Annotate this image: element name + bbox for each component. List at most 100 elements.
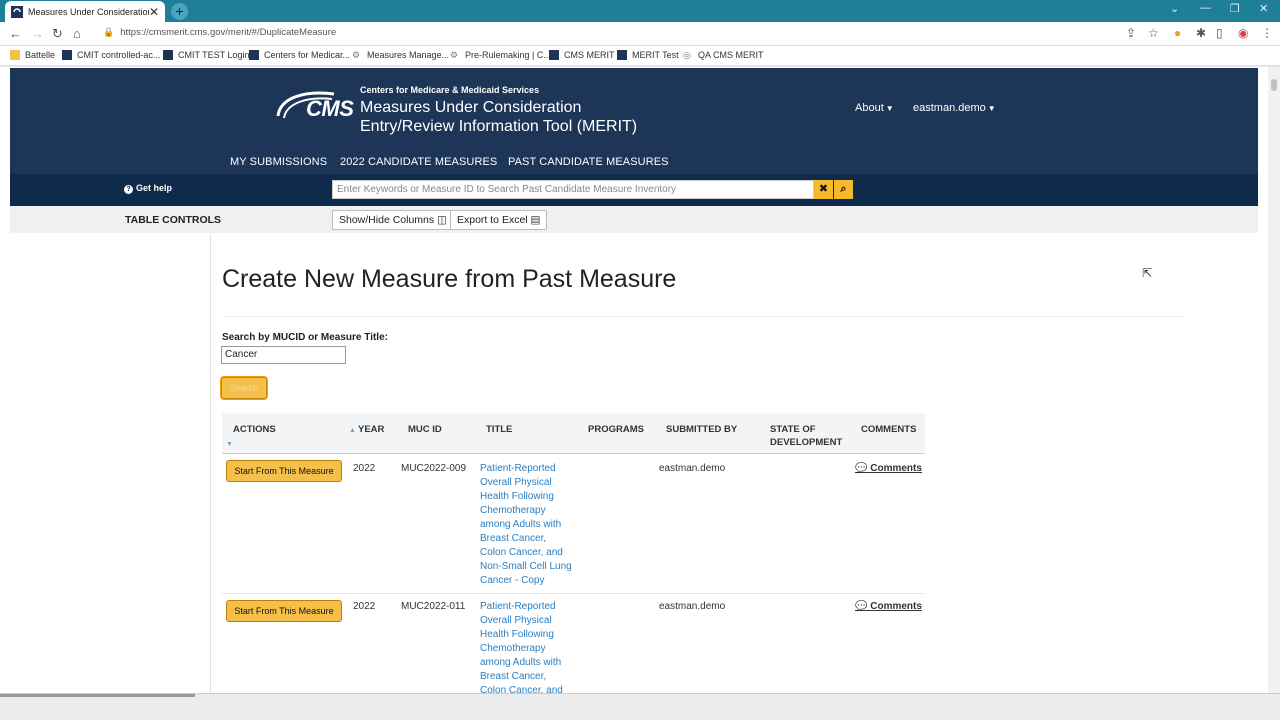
mucid-title-search-input[interactable]: Cancer <box>221 346 346 364</box>
profile-avatar-icon[interactable]: ◉ <box>1238 26 1248 40</box>
cell-muc-id: MUC2022-009 <box>401 463 467 474</box>
home-icon[interactable]: ⌂ <box>73 26 81 41</box>
col-title[interactable]: TITLE <box>486 423 512 436</box>
comment-bubble-icon: 💬 <box>855 463 868 474</box>
col-year[interactable]: YEAR <box>358 423 384 436</box>
bookmark-item[interactable]: ◎ QA CMS MERIT <box>683 50 764 60</box>
cell-submitted-by: eastman.demo <box>659 601 726 612</box>
col-submitted-by[interactable]: SUBMITTED BY <box>666 423 737 436</box>
caret-down-icon: ▼ <box>987 104 996 113</box>
tab-search-icon[interactable]: ⌄ <box>1170 2 1179 15</box>
menu-kebab-icon[interactable]: ⋮ <box>1261 26 1273 40</box>
bookmark-star-icon[interactable]: ☆ <box>1148 26 1159 40</box>
share-icon[interactable]: ⇪ <box>1126 26 1136 40</box>
measure-title-link[interactable]: Patient-Reported Overall Physical Health… <box>480 462 575 588</box>
extension-icon[interactable]: ● <box>1174 26 1181 40</box>
nav-past-candidate-measures[interactable]: PAST CANDIDATE MEASURES <box>508 156 669 168</box>
col-programs[interactable]: PROGRAMS <box>588 423 644 436</box>
columns-icon: ◫ <box>437 214 447 226</box>
cell-submitted-by: eastman.demo <box>659 463 726 474</box>
horizontal-scrollbar[interactable] <box>0 694 195 697</box>
lock-icon: 🔒 <box>103 27 115 37</box>
get-help-link[interactable]: ? Get help <box>124 183 172 194</box>
search-button[interactable]: Search <box>221 377 267 399</box>
restore-icon[interactable]: ❐ <box>1230 2 1240 15</box>
cms-bookmark-icon <box>549 50 559 60</box>
export-excel-button[interactable]: Export to Excel ▤ <box>450 210 548 230</box>
start-from-measure-button[interactable]: Start From This Measure <box>226 600 342 622</box>
help-icon: ? <box>124 185 133 194</box>
reload-icon[interactable]: ↻ <box>52 26 63 42</box>
page-viewport: CMS Centers for Medicare & Medicaid Serv… <box>0 67 1280 693</box>
scrollbar-thumb[interactable] <box>1271 79 1277 91</box>
content-divider <box>210 234 211 693</box>
tab-title: Measures Under Consideration <box>28 6 149 17</box>
bookmark-item[interactable]: ⚙ Pre-Rulemaking | C... <box>450 50 551 60</box>
site-header: CMS Centers for Medicare & Medicaid Serv… <box>10 68 1258 174</box>
table-controls-label: TABLE CONTROLS <box>125 214 222 226</box>
comment-bubble-icon: 💬 <box>855 601 868 612</box>
url-field[interactable]: 🔒 https://cmsmerit.cms.gov/merit/#/Duplic… <box>103 27 336 38</box>
link-icon: ⚙ <box>450 50 459 60</box>
about-menu[interactable]: About ▼ <box>855 102 894 114</box>
search-label: Search by MUCID or Measure Title: <box>222 332 388 343</box>
bookmark-item[interactable]: ⚙ Measures Manage... <box>352 50 449 60</box>
bookmarks-bar: Battelle CMIT controlled-ac... CMIT TEST… <box>0 46 1280 66</box>
comments-link[interactable]: 💬 Comments <box>855 463 922 474</box>
puzzle-icon[interactable]: ✱ <box>1196 26 1206 40</box>
nav-my-submissions[interactable]: MY SUBMISSIONS <box>230 156 327 168</box>
globe-icon: ◎ <box>683 50 691 60</box>
browser-tab-bar: Measures Under Consideration ✕ + ⌄ — ❐ ✕ <box>0 0 1280 22</box>
vertical-scrollbar[interactable] <box>1268 67 1280 693</box>
global-search-input[interactable]: Enter Keywords or Measure ID to Search P… <box>332 180 814 199</box>
bookmark-item[interactable]: MERIT Test <box>617 50 679 60</box>
new-tab-button[interactable]: + <box>171 3 188 20</box>
cms-bookmark-icon <box>62 50 72 60</box>
cms-bookmark-icon <box>163 50 173 60</box>
address-bar: ← → ↻ ⌂ 🔒 https://cmsmerit.cms.gov/merit/… <box>0 22 1280 46</box>
col-muc-id[interactable]: MUC ID <box>408 423 442 436</box>
bookmark-item[interactable]: CMIT controlled-ac... <box>62 50 160 60</box>
nav-2022-candidate-measures[interactable]: 2022 CANDIDATE MEASURES <box>340 156 497 168</box>
sort-up-icon[interactable]: ▲ <box>349 427 356 434</box>
bookmark-item[interactable]: CMS MERIT <box>549 50 615 60</box>
sort-down-icon[interactable]: ▼ <box>226 441 233 448</box>
mouse-cursor-icon: ⇱ <box>1142 266 1153 280</box>
browser-status-bar <box>0 693 1280 720</box>
browser-tab[interactable]: Measures Under Consideration ✕ <box>5 1 165 22</box>
url-text: https://cmsmerit.cms.gov/merit/#/Duplica… <box>120 27 337 38</box>
link-icon: ⚙ <box>352 50 361 60</box>
search-icon[interactable]: ⌕ <box>834 180 853 199</box>
title-divider <box>222 316 1184 317</box>
page-title: Create New Measure from Past Measure <box>222 265 677 293</box>
bookmark-item[interactable]: Centers for Medicar... <box>249 50 350 60</box>
col-actions[interactable]: ACTIONS <box>233 423 276 436</box>
table-row: Start From This Measure 2022 MUC2022-009… <box>222 454 925 594</box>
user-menu[interactable]: eastman.demo ▼ <box>913 102 996 114</box>
col-state-of-development[interactable]: STATE OF DEVELOPMENT <box>770 423 850 449</box>
table-header: ACTIONS ▼ ▲ YEAR MUC ID TITLE PROGRAMS S… <box>222 413 925 454</box>
table-controls-bar: TABLE CONTROLS Show/Hide Columns ◫ Expor… <box>10 206 1258 233</box>
minimize-icon[interactable]: — <box>1200 2 1211 14</box>
clear-search-icon[interactable]: ✖ <box>814 180 833 199</box>
sidepanel-icon[interactable]: ▯ <box>1216 26 1223 40</box>
cms-logo[interactable]: CMS <box>306 96 354 122</box>
app-title: Measures Under Consideration Entry/Revie… <box>360 99 638 135</box>
start-from-measure-button[interactable]: Start From This Measure <box>226 460 342 482</box>
cms-favicon-icon <box>11 5 23 18</box>
caret-down-icon: ▼ <box>885 104 894 113</box>
cell-year: 2022 <box>353 601 376 612</box>
comments-link[interactable]: 💬 Comments <box>855 601 922 612</box>
window-close-icon[interactable]: ✕ <box>1259 2 1268 15</box>
bookmark-item[interactable]: CMIT TEST Login <box>163 50 250 60</box>
back-icon[interactable]: ← <box>9 26 22 41</box>
col-comments[interactable]: COMMENTS <box>861 423 916 436</box>
bookmark-item[interactable]: Battelle <box>10 50 55 60</box>
show-hide-columns-button[interactable]: Show/Hide Columns ◫ <box>332 210 454 230</box>
tab-close-icon[interactable]: ✕ <box>149 5 159 19</box>
table-row: Start From This Measure 2022 MUC2022-011… <box>222 594 925 693</box>
org-name: Centers for Medicare & Medicaid Services <box>360 85 540 95</box>
measure-title-link[interactable]: Patient-Reported Overall Physical Health… <box>480 600 575 693</box>
excel-icon: ▤ <box>530 214 541 226</box>
forward-icon[interactable]: → <box>31 26 44 41</box>
